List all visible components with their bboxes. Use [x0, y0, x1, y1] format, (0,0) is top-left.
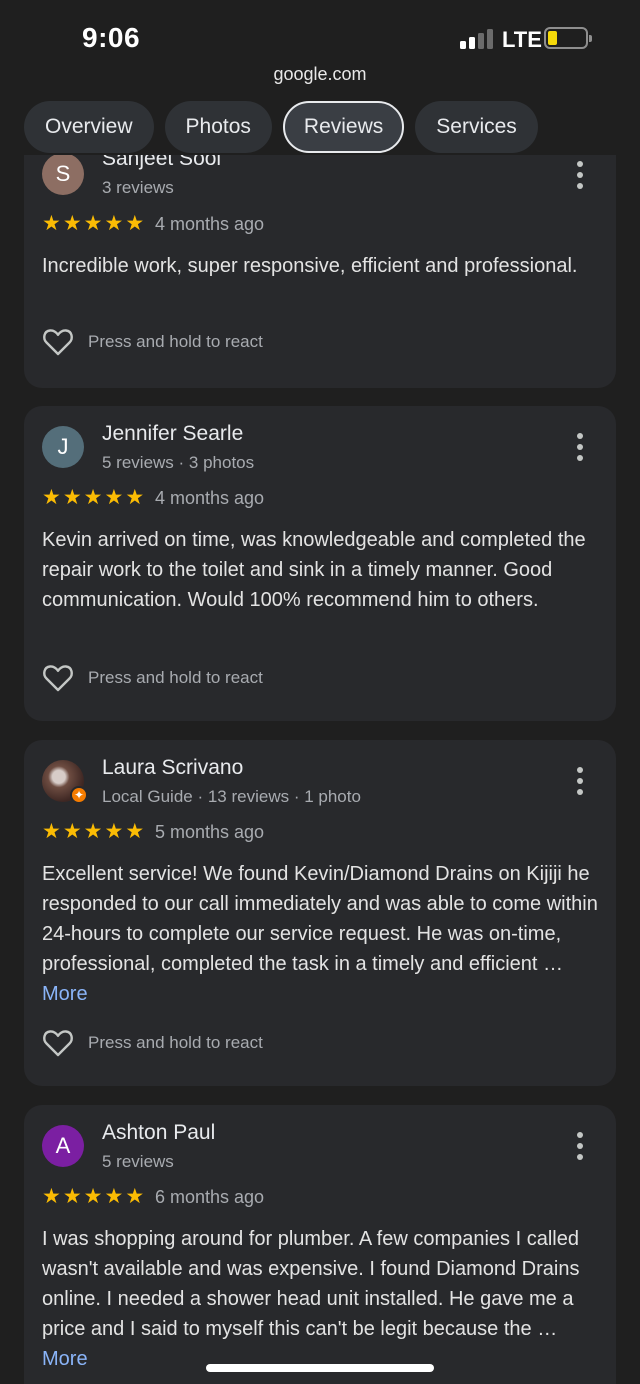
star-rating: ★ ★ ★ ★ ★ [42, 213, 144, 234]
more-link[interactable]: More [42, 983, 88, 1005]
network-type: LTE [502, 27, 542, 52]
reviewer-meta: 3 reviews [102, 178, 174, 197]
star-icon: ★ [83, 212, 103, 235]
more-vert-icon[interactable] [570, 1132, 590, 1160]
tab-bar: Overview Photos Reviews Services [24, 101, 538, 153]
react-button[interactable]: Press and hold to react [42, 328, 263, 356]
react-label: Press and hold to react [88, 668, 263, 687]
reviewer-meta: 5 reviews · 3 photos [102, 453, 255, 472]
star-icon: ★ [42, 1185, 61, 1208]
review-time: 4 months ago [155, 488, 265, 508]
review-card: J Jennifer Searle 5 reviews · 3 photos ★… [24, 406, 616, 721]
star-icon: ★ [62, 486, 82, 509]
review-card: S Sanjeet Sool 3 reviews ★ ★ ★ ★ ★ 4 months … [24, 155, 616, 388]
review-text: Excellent service! We found Kevin/Diamon… [42, 859, 602, 1009]
review-time: 4 months ago [155, 214, 265, 234]
heart-outline-icon [43, 665, 73, 692]
heart-outline-icon [43, 329, 73, 356]
tab-services[interactable]: Services [415, 101, 538, 153]
signal-icon [460, 29, 494, 49]
more-vert-icon[interactable] [570, 161, 590, 189]
star-icon: ★ [42, 486, 61, 509]
status-time: 9:06 [82, 22, 141, 53]
more-vert-icon[interactable] [570, 433, 590, 461]
review-time: 6 months ago [155, 1187, 265, 1207]
star-icon: ★ [83, 820, 103, 843]
star-icon: ★ [62, 820, 82, 843]
react-label: Press and hold to react [88, 332, 263, 351]
review-text: Kevin arrived on time, was knowledgeable… [42, 529, 586, 611]
avatar[interactable]: J [42, 426, 84, 468]
react-button[interactable]: Press and hold to react [42, 664, 263, 692]
react-button[interactable]: Press and hold to react [42, 1029, 263, 1057]
star-icon: ★ [104, 1185, 124, 1208]
star-icon: ★ [42, 820, 61, 843]
star-icon: ★ [125, 486, 145, 509]
review-text: Incredible work, super responsive, effic… [42, 255, 578, 277]
star-rating: ★ ★ ★ ★ ★ [42, 1186, 144, 1207]
reviewer-meta: 5 reviews [102, 1152, 174, 1171]
star-rating: ★ ★ ★ ★ ★ [42, 487, 144, 508]
reviewer-name[interactable]: Laura Scrivano [102, 756, 243, 780]
review-body: Excellent service! We found Kevin/Diamon… [42, 863, 598, 975]
review-list[interactable]: S Sanjeet Sool 3 reviews ★ ★ ★ ★ ★ 4 months … [0, 155, 640, 1384]
tab-reviews[interactable]: Reviews [282, 101, 405, 153]
review-card: A Ashton Paul 5 reviews ★ ★ ★ ★ ★ 6 months a… [24, 1105, 616, 1384]
avatar[interactable]: ✦ [42, 760, 88, 804]
heart-outline-icon [43, 1030, 73, 1057]
star-icon: ★ [62, 1185, 82, 1208]
star-icon: ★ [125, 1185, 145, 1208]
status-bar: 9:06 LTE [0, 0, 640, 60]
more-vert-icon[interactable] [570, 767, 590, 795]
review-body: I was shopping around for plumber. A few… [42, 1228, 580, 1340]
reviewer-name[interactable]: Jennifer Searle [102, 422, 243, 446]
star-icon: ★ [62, 212, 82, 235]
reviewer-name[interactable]: Ashton Paul [102, 1121, 215, 1145]
tab-photos[interactable]: Photos [164, 101, 272, 153]
url-bar[interactable]: google.com [0, 64, 640, 85]
avatar[interactable]: S [42, 155, 84, 195]
react-label: Press and hold to react [88, 1033, 263, 1052]
star-icon: ★ [42, 212, 61, 235]
star-icon: ★ [104, 820, 124, 843]
star-icon: ★ [83, 1185, 103, 1208]
review-time: 5 months ago [155, 822, 265, 842]
star-icon: ★ [104, 486, 124, 509]
avatar[interactable]: A [42, 1125, 84, 1167]
review-text: I was shopping around for plumber. A few… [42, 1224, 602, 1374]
reviewer-meta: Local Guide · 13 reviews · 1 photo [102, 787, 361, 806]
home-indicator[interactable] [206, 1364, 434, 1372]
review-card: ✦ Laura Scrivano Local Guide · 13 review… [24, 740, 616, 1086]
battery-icon [544, 27, 592, 49]
local-guide-badge-icon: ✦ [70, 786, 88, 804]
star-rating: ★ ★ ★ ★ ★ [42, 821, 144, 842]
star-icon: ★ [125, 820, 145, 843]
star-icon: ★ [83, 486, 103, 509]
more-link[interactable]: More [42, 1348, 88, 1370]
tab-overview[interactable]: Overview [24, 101, 154, 153]
star-icon: ★ [125, 212, 145, 235]
star-icon: ★ [104, 212, 124, 235]
reviewer-name[interactable]: Sanjeet Sool [102, 155, 221, 171]
